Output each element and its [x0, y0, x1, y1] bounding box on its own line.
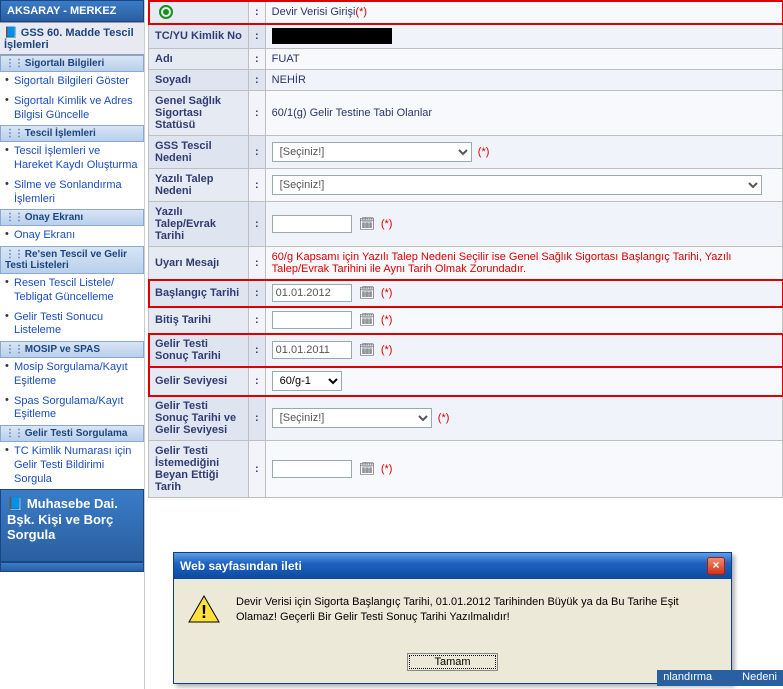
- bottom-strip: nlandırma Nedeni: [657, 670, 783, 686]
- calendar-icon[interactable]: 🗓: [359, 342, 375, 358]
- lbl-gt-sonuc: Gelir Testi Sonuç Tarihi: [149, 334, 249, 367]
- val-talep-nedeni: [Seçiniz!]: [265, 169, 782, 202]
- sidebar-item-resen-listele[interactable]: Resen Tescil Listele/ Tebligat Güncellem…: [0, 274, 144, 308]
- val-gt-sonuc-seviye: [Seçiniz!] (*): [265, 396, 782, 441]
- lbl-talep-tarihi: Yazılı Talep/Evrak Tarihi: [149, 202, 249, 247]
- close-icon[interactable]: ×: [707, 557, 725, 575]
- sidebar-item-silme[interactable]: Silme ve Sonlandırma İşlemleri: [0, 176, 144, 210]
- radio-checked-icon[interactable]: [159, 5, 173, 19]
- sidebar-section-onay[interactable]: Onay Ekranı: [0, 209, 144, 226]
- sidebar-location: AKSARAY - MERKEZ: [0, 0, 144, 22]
- sidebar-item-sigortali-goster[interactable]: Sigortalı Bilgileri Göster: [0, 72, 144, 92]
- lbl-baslangic: Başlangıç Tarihi: [149, 280, 249, 307]
- dialog-message: Devir Verisi için Sigorta Başlangıç Tari…: [236, 595, 717, 625]
- mode-label: Devir Verisi Girişi(*): [265, 1, 782, 24]
- calendar-icon[interactable]: 🗓: [359, 285, 375, 301]
- lbl-tescil-nedeni: GSS Tescil Nedeni: [149, 136, 249, 169]
- sidebar-item-mosip[interactable]: Mosip Sorgulama/Kayıt Eşitleme: [0, 358, 144, 392]
- form-table: : Devir Verisi Girişi(*) TC/YU Kimlik No…: [148, 0, 783, 498]
- book-icon: 📘: [4, 27, 18, 39]
- sidebar-section-resen[interactable]: Re'sen Tescil ve Gelir Testi Listeleri: [0, 246, 144, 274]
- select-tescil-nedeni[interactable]: [Seçiniz!]: [272, 142, 472, 162]
- alert-dialog: Web sayfasından ileti × ! Devir Verisi i…: [173, 552, 732, 684]
- val-istemedi: 🗓 (*): [265, 441, 782, 498]
- lbl-istemedi: Gelir Testi İstemediğini Beyan Ettiği Ta…: [149, 441, 249, 498]
- val-tescil-nedeni: [Seçiniz!] (*): [265, 136, 782, 169]
- val-talep-tarihi: 🗓 (*): [265, 202, 782, 247]
- calendar-icon[interactable]: 🗓: [359, 461, 375, 477]
- svg-text:!: !: [201, 602, 207, 622]
- sidebar-section-gelir-sorgu[interactable]: Gelir Testi Sorgulama: [0, 425, 144, 442]
- sidebar-item-tc-sorgula[interactable]: TC Kimlik Numarası için Gelir Testi Bild…: [0, 442, 144, 489]
- input-istemedi[interactable]: [272, 460, 352, 478]
- lbl-adi: Adı: [149, 49, 249, 70]
- radio-cell[interactable]: [149, 1, 249, 24]
- sidebar-section-mosip[interactable]: MOSIP ve SPAS: [0, 341, 144, 358]
- val-bitis: 🗓 (*): [265, 307, 782, 334]
- lbl-gss-statu: Genel Sağlık Sigortası Statüsü: [149, 91, 249, 136]
- select-talep-nedeni[interactable]: [Seçiniz!]: [272, 175, 762, 195]
- sidebar-section-sigortali[interactable]: Sigortalı Bilgileri: [0, 55, 144, 72]
- calendar-icon[interactable]: 🗓: [359, 216, 375, 232]
- input-baslangic[interactable]: [272, 284, 352, 302]
- input-talep-tarihi[interactable]: [272, 215, 352, 233]
- sidebar-item-onay[interactable]: Onay Ekranı: [0, 226, 144, 246]
- val-gss-statu: 60/1(g) Gelir Testine Tabi Olanlar: [265, 91, 782, 136]
- val-soyadi: NEHİR: [265, 70, 782, 91]
- input-gt-sonuc[interactable]: [272, 341, 352, 359]
- sidebar-partial-row: [0, 562, 144, 572]
- lbl-soyadi: Soyadı: [149, 70, 249, 91]
- content: : Devir Verisi Girişi(*) TC/YU Kimlik No…: [145, 0, 783, 689]
- val-uyari: 60/g Kapsamı için Yazılı Talep Nedeni Se…: [265, 247, 782, 280]
- sidebar-item-spas[interactable]: Spas Sorgulama/Kayıt Eşitleme: [0, 392, 144, 426]
- sidebar-item-tescil-olustur[interactable]: Tescil İşlemleri ve Hareket Kaydı Oluştu…: [0, 142, 144, 176]
- lbl-talep-nedeni: Yazılı Talep Nedeni: [149, 169, 249, 202]
- lbl-bitis: Bitiş Tarihi: [149, 307, 249, 334]
- lbl-tcyu: TC/YU Kimlik No: [149, 24, 249, 49]
- sidebar-module-title[interactable]: 📘 GSS 60. Madde Tescil İşlemleri: [0, 22, 144, 55]
- sidebar: AKSARAY - MERKEZ 📘 GSS 60. Madde Tescil …: [0, 0, 145, 689]
- input-bitis[interactable]: [272, 311, 352, 329]
- sidebar-item-gelir-listele[interactable]: Gelir Testi Sonucu Listeleme: [0, 308, 144, 342]
- select-gt-sonuc-seviye[interactable]: [Seçiniz!]: [272, 408, 432, 428]
- lbl-gt-sonuc-seviye: Gelir Testi Sonuç Tarihi ve Gelir Seviye…: [149, 396, 249, 441]
- select-gelir-seviyesi[interactable]: 60/g-1: [272, 371, 342, 391]
- book-icon: 📘: [7, 496, 23, 511]
- lbl-gelir-seviyesi: Gelir Seviyesi: [149, 367, 249, 396]
- val-tcyu: [265, 24, 782, 49]
- redacted-bar: [272, 28, 392, 44]
- sidebar-section-tescil[interactable]: Tescil İşlemleri: [0, 125, 144, 142]
- val-adi: FUAT: [265, 49, 782, 70]
- val-gelir-seviyesi: 60/g-1: [265, 367, 782, 396]
- sidebar-item-kimlik-guncelle[interactable]: Sigortalı Kimlik ve Adres Bilgisi Güncel…: [0, 92, 144, 126]
- lbl-uyari: Uyarı Mesajı: [149, 247, 249, 280]
- val-gt-sonuc: 🗓 (*): [265, 334, 782, 367]
- dialog-title: Web sayfasından ileti: [180, 559, 302, 573]
- calendar-icon[interactable]: 🗓: [359, 312, 375, 328]
- dialog-titlebar[interactable]: Web sayfasından ileti ×: [174, 553, 731, 579]
- ok-button[interactable]: Tamam: [407, 653, 497, 671]
- sidebar-bottom-module[interactable]: 📘 Muhasebe Dai. Bşk. Kişi ve Borç Sorgul…: [0, 489, 144, 562]
- warning-icon: !: [188, 595, 220, 623]
- val-baslangic: 🗓 (*): [265, 280, 782, 307]
